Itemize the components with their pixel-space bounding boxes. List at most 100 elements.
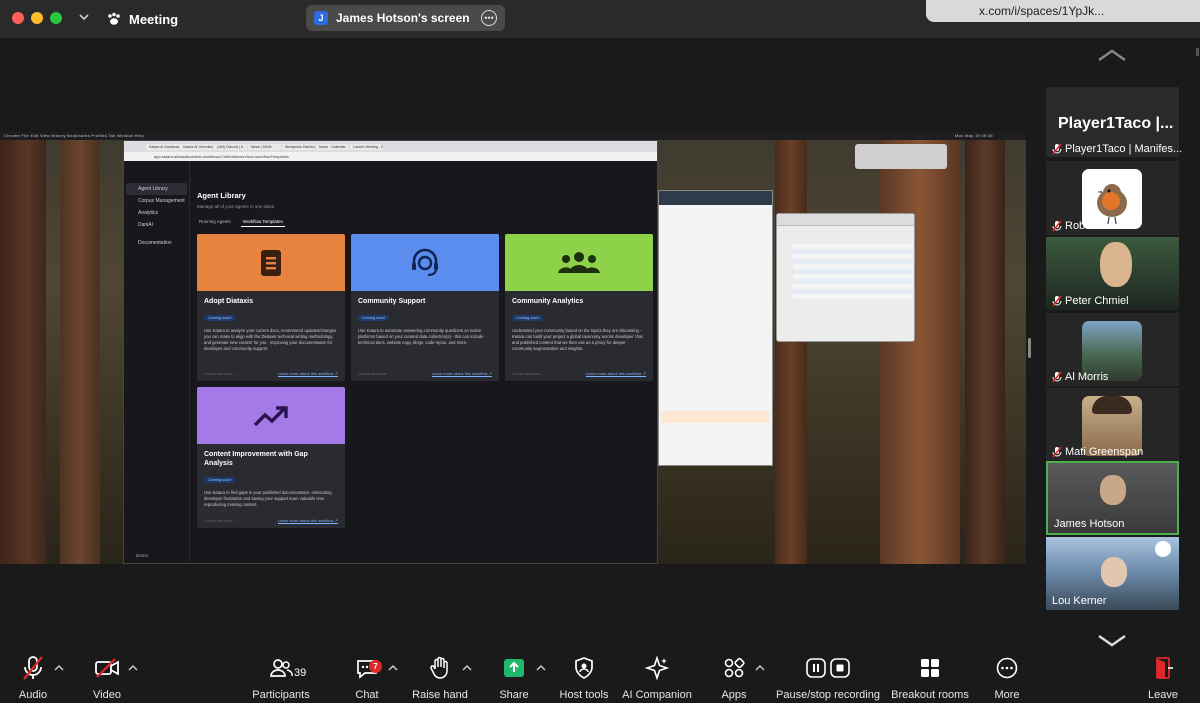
minimize-window-button[interactable] — [31, 12, 43, 24]
share-title: James Hotson's screen — [336, 11, 470, 25]
tree-trunk — [775, 140, 807, 564]
participant-name-text: Mati Greenspan — [1065, 446, 1144, 458]
workflow-card[interactable]: Adopt Diataxis Coming soon! Use Katara t… — [197, 234, 345, 381]
sidebar-item-corpus-management[interactable]: Corpus Management — [126, 195, 187, 207]
create-workflow-link[interactable]: Create workflow → — [204, 371, 238, 376]
share-button[interactable]: Share — [495, 648, 533, 703]
sidebar-demo[interactable]: Demo — [136, 553, 148, 558]
browser-window: Katara AI Dashboard | Ag Katara AI Overv… — [123, 140, 658, 564]
browser-tab[interactable]: News | DAVA — [248, 143, 281, 150]
learn-more-link[interactable]: Learn more about this workflow ↗ — [278, 518, 338, 523]
participant-name: Lou Kerner — [1052, 595, 1106, 607]
stop-icon — [830, 658, 850, 678]
leave-button[interactable]: Leave — [1146, 648, 1180, 703]
address-bar[interactable]: app.katara.ai/dashboard/ai-workflows/7aW… — [124, 152, 657, 161]
sidebar-item-documentation[interactable]: Documentation — [126, 237, 187, 249]
cap-shape — [1092, 396, 1132, 414]
workflow-card[interactable]: Community Support Coming soon! Use Katar… — [351, 234, 499, 381]
learn-more-link[interactable]: Learn more about this workflow ↗ — [278, 371, 338, 376]
workflow-card[interactable]: Community Analytics Coming soon! Underst… — [505, 234, 653, 381]
audio-options-caret-icon[interactable] — [54, 664, 64, 672]
split-handle[interactable] — [1028, 338, 1031, 358]
browser-tab[interactable]: Launch Meeting - Zoom — [350, 143, 383, 150]
chat-options-caret-icon[interactable] — [388, 664, 398, 672]
create-workflow-link[interactable]: Create workflow → — [204, 518, 238, 523]
breakout-rooms-icon — [921, 659, 939, 677]
create-workflow-link[interactable]: Create workflow → — [512, 371, 546, 376]
url-popup: x.com/i/spaces/1YpJk... — [926, 0, 1200, 22]
create-workflow-link[interactable]: Create workflow → — [358, 371, 392, 376]
close-window-button[interactable] — [12, 12, 24, 24]
workflow-card[interactable]: Content Improvement with Gap Analysis Co… — [197, 387, 345, 528]
browser-tab[interactable]: Katara AI Dashboard | Ag — [146, 143, 179, 150]
coming-soon-badge: Coming soon! — [204, 315, 236, 321]
tab-workflow-templates[interactable]: Workflow Templates — [240, 217, 285, 227]
card-banner — [351, 234, 499, 291]
participant-tile[interactable]: Mati Greenspan — [1046, 388, 1179, 461]
pause-icon — [806, 658, 826, 678]
participant-gallery: Player1Taco |... Player1Taco | Manifes..… — [1046, 87, 1182, 610]
participant-name: James Hotson — [1054, 518, 1124, 530]
sidebar-item-agent-library[interactable]: Agent Library — [126, 183, 187, 195]
mic-muted-icon — [1052, 220, 1062, 232]
participant-tile[interactable]: Peter Chmiel — [1046, 237, 1179, 310]
chat-label: Chat — [355, 689, 379, 701]
document-icon — [261, 249, 281, 276]
raise-hand-button[interactable]: Raise hand — [410, 648, 470, 703]
pause-stop-recording-button[interactable]: Pause/stop recording — [776, 648, 880, 703]
more-options-icon[interactable]: ••• — [481, 10, 497, 26]
participant-name: Robin — [1052, 220, 1094, 232]
chevron-down-icon[interactable] — [77, 10, 91, 24]
group-icon — [558, 251, 600, 273]
learn-more-link[interactable]: Learn more about this workflow ↗ — [432, 371, 492, 376]
chat-button[interactable]: Chat — [350, 648, 384, 703]
apps-caret-icon[interactable] — [755, 664, 765, 672]
participant-video — [1101, 557, 1127, 587]
reactions-caret-icon[interactable] — [462, 664, 472, 672]
sidebar-item-analytics[interactable]: Analytics — [126, 207, 187, 219]
zoom-window: Meeting J James Hotson's screen ••• x.co… — [0, 0, 1200, 703]
chevron-down-icon[interactable] — [1097, 634, 1127, 648]
finder-toolbar — [777, 214, 914, 226]
participant-video — [1100, 242, 1132, 287]
participant-tile[interactable]: Al Morris — [1046, 313, 1179, 386]
card-description: Use Katara to find gaps in your publishe… — [204, 490, 332, 507]
video-button[interactable]: Video — [87, 648, 127, 703]
tab-running-agents[interactable]: Running Agents — [197, 217, 233, 227]
card-banner — [197, 234, 345, 291]
sidebar-item-daniai[interactable]: DaniAI — [126, 219, 187, 231]
logo-badge — [1155, 541, 1171, 557]
browser-tab[interactable]: Wordpress Dashboard — [282, 143, 315, 150]
mic-muted-icon — [1052, 143, 1062, 155]
apps-button[interactable]: Apps — [718, 648, 750, 703]
browser-tab[interactable]: Katara AI Overview DAVA — [180, 143, 213, 150]
presenter-avatar: J — [314, 11, 328, 25]
leave-label: Leave — [1148, 689, 1178, 701]
video-options-caret-icon[interactable] — [128, 664, 138, 672]
scrollbar[interactable] — [1196, 48, 1199, 56]
participant-tile-active-speaker[interactable]: James Hotson — [1046, 461, 1179, 535]
breakout-rooms-button[interactable]: Breakout rooms — [890, 648, 970, 703]
coming-soon-badge: Coming soon! — [204, 477, 236, 483]
more-icon — [996, 657, 1018, 679]
host-tools-button[interactable]: Host tools — [556, 648, 612, 703]
more-button[interactable]: More — [990, 648, 1024, 703]
maximize-window-button[interactable] — [50, 12, 62, 24]
apps-label: Apps — [721, 689, 747, 701]
browser-tab-bar: Katara AI Dashboard | Ag Katara AI Overv… — [124, 141, 657, 152]
chevron-up-icon[interactable] — [1097, 48, 1127, 62]
participant-tile[interactable]: Robin — [1046, 161, 1179, 235]
browser-tab[interactable]: Notes - Calendar - Meet — [316, 143, 349, 150]
audio-button[interactable]: Audio — [13, 648, 53, 703]
audio-label: Audio — [18, 689, 48, 701]
screen-share-indicator[interactable]: J James Hotson's screen ••• — [306, 5, 505, 31]
learn-more-link[interactable]: Learn more about this workflow ↗ — [586, 371, 646, 376]
participant-tile[interactable]: Lou Kerner — [1046, 537, 1179, 610]
meeting-toolbar: Audio Video Participants 39 Chat 7 Raise… — [0, 648, 1200, 703]
browser-tab[interactable]: (163) Discord | #... gene — [214, 143, 247, 150]
ai-companion-button[interactable]: AI Companion — [620, 648, 694, 703]
participant-name: Mati Greenspan — [1052, 446, 1143, 458]
card-description: Use Katara to analyze your current docs,… — [204, 328, 337, 351]
share-options-caret-icon[interactable] — [536, 664, 546, 672]
mac-menu-items: Chrome File Edit View History Bookmarks … — [4, 133, 144, 138]
